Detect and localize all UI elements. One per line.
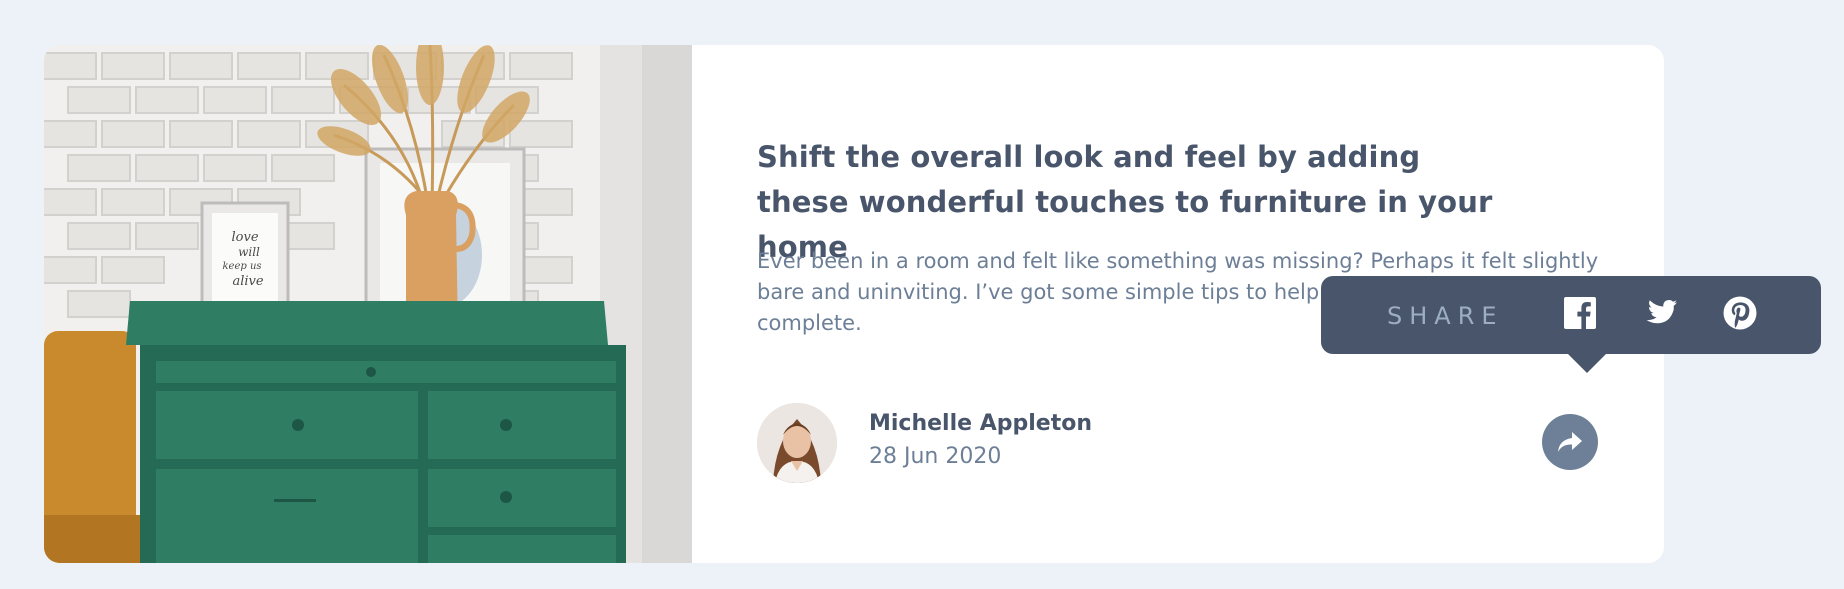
twitter-icon bbox=[1643, 299, 1677, 327]
publish-date: 28 Jun 2020 bbox=[869, 444, 1002, 469]
svg-text:alive: alive bbox=[232, 274, 263, 289]
pinterest-link[interactable] bbox=[1722, 295, 1758, 331]
article-image: love will keep us alive bbox=[44, 45, 692, 563]
share-label: SHARE bbox=[1387, 302, 1504, 330]
pinterest-icon bbox=[1723, 296, 1757, 330]
facebook-link[interactable] bbox=[1562, 295, 1598, 331]
svg-text:love: love bbox=[231, 230, 258, 245]
svg-text:will: will bbox=[238, 245, 260, 259]
twitter-link[interactable] bbox=[1642, 295, 1678, 331]
avatar bbox=[757, 403, 837, 483]
svg-text:keep us: keep us bbox=[222, 261, 261, 272]
share-button[interactable] bbox=[1542, 414, 1598, 470]
share-tooltip: SHARE bbox=[1321, 276, 1821, 373]
facebook-icon bbox=[1564, 297, 1596, 329]
share-arrow-icon bbox=[1558, 432, 1582, 452]
author-name: Michelle Appleton bbox=[869, 411, 1092, 436]
